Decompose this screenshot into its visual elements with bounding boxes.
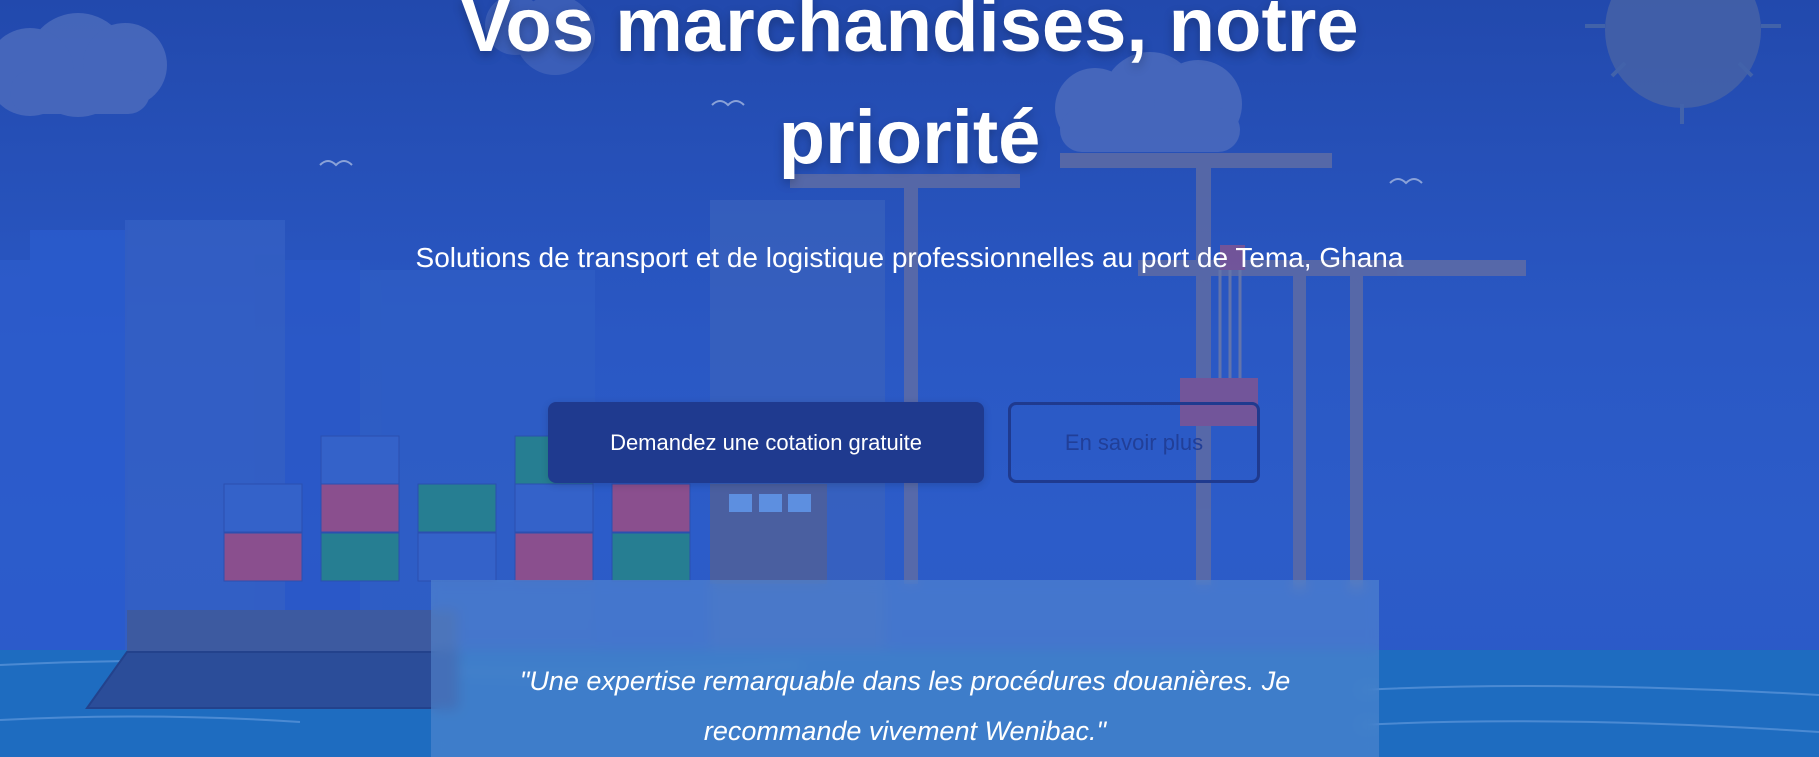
hero-subtitle: Solutions de transport et de logistique … [415, 242, 1404, 273]
hero-title: Vos marchandises, notre priorité [460, 0, 1359, 180]
hero-section: Vos marchandises, notre priorité Solutio… [0, 0, 1819, 757]
learn-more-button[interactable]: En savoir plus [1008, 402, 1260, 483]
quote-request-button[interactable]: Demandez une cotation gratuite [548, 402, 984, 483]
testimonial-card: "Une expertise remarquable dans les proc… [431, 580, 1379, 757]
testimonial-quote: "Une expertise remarquable dans les proc… [519, 666, 1291, 746]
